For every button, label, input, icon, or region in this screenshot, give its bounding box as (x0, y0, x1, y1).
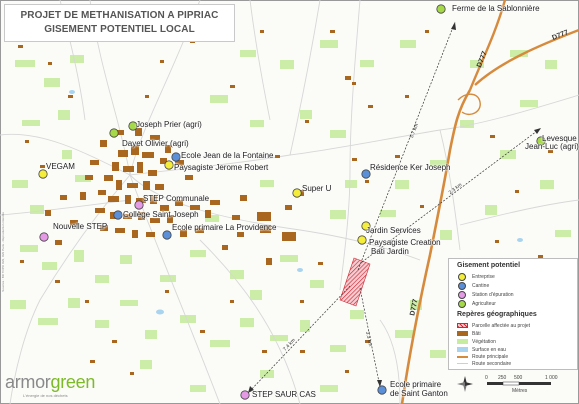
site-marker-station_epuration[interactable]: STEP Communale (134, 200, 144, 210)
legend-vegetation: Végétation (472, 339, 496, 345)
label-paysagiste-creation-2: Bati Jardin (371, 247, 409, 256)
brand-name-b: green (50, 372, 96, 392)
armorgreen-logo: armorgreen L'énergie de nos déchets (5, 372, 95, 398)
label-residence-ker-joseph: Résidence Ker Joseph (370, 163, 451, 172)
label-joseph-prier: Joseph Prier (agri) (136, 120, 202, 129)
label-nouvelle-step: Nouvelle STEP (53, 222, 108, 231)
site-marker-cantine[interactable]: Ecole primaire de Saint Ganton (377, 385, 387, 395)
scale-tick-1000: 1 000 (545, 375, 558, 381)
legend: Gisement potentiel Entreprise Cantine St… (448, 258, 578, 370)
scale-unit: Mètres (512, 388, 528, 394)
site-marker-agriculteur[interactable]: Dayet Olivier (agri) (109, 128, 119, 138)
legend-title-gisement: Gisement potentiel (457, 262, 521, 269)
label-ecole-saint-ganton-1: Ecole primaire (390, 380, 442, 389)
site-marker-cantine[interactable]: Collège Saint Joseph (113, 210, 123, 220)
legend-title-reperes: Repères géographiques (457, 311, 537, 318)
label-paysagiste-creation-1: Paysagiste Creation (369, 238, 441, 247)
label-super-u: Super U (302, 184, 332, 193)
source-credit: Sources : BD TOPO IGN, IGN Paris - Repro… (1, 212, 5, 292)
legend-station: Station d'épuration (472, 292, 514, 298)
legend-bati: Bâti (472, 331, 481, 337)
site-marker-station_epuration[interactable]: STEP SAUR CAS (240, 390, 250, 400)
site-marker-entreprise[interactable]: Paysagiste Jerome Robert (164, 160, 174, 170)
legend-parcelle: Parcelle affectée au projet (472, 323, 531, 329)
site-marker-agriculteur[interactable]: Ferme de la Sablonnière (436, 4, 446, 14)
label-dayet-olivier: Dayet Olivier (agri) (122, 139, 189, 148)
scale-tick-0: 0 (485, 375, 488, 381)
legend-agriculteur: Agriculteur (472, 301, 496, 307)
site-marker-cantine[interactable]: Ecole primaire La Providence (162, 230, 172, 240)
legend-cantine-icon (458, 282, 466, 290)
legend-eau-icon (457, 347, 468, 352)
site-marker-entreprise[interactable]: Paysagiste Creation Bati Jardin (357, 235, 367, 245)
site-marker-cantine[interactable]: Résidence Ker Joseph (361, 169, 371, 179)
label-ferme-sablonniere: Ferme de la Sablonnière (452, 4, 540, 13)
label-college-saint-joseph: Collège Saint Joseph (123, 210, 199, 219)
legend-entreprise-icon (458, 273, 466, 281)
legend-route-secondaire: Route secondaire (472, 361, 512, 367)
legend-route-secondaire-icon (457, 363, 468, 364)
scale-tick-500: 500 (514, 375, 523, 381)
label-vegam: VEGAM (46, 162, 75, 171)
legend-station-icon (458, 291, 466, 299)
map[interactable]: PROJET DE METHANISATION A PIPRIAC GISEME… (0, 0, 579, 404)
label-paysagiste-jerome-robert: Paysagiste Jerome Robert (174, 163, 269, 172)
scale-bar: 0 250 500 1 000 Mètres (457, 374, 573, 398)
legend-bati-icon (457, 331, 468, 336)
legend-cantine: Cantine (472, 283, 490, 289)
legend-agriculteur-icon (458, 300, 466, 308)
brand-name-a: armor (5, 372, 51, 392)
label-ecole-providence: Ecole primaire La Providence (172, 223, 277, 232)
site-marker-entreprise[interactable]: VEGAM (38, 169, 48, 179)
site-marker-entreprise[interactable]: Super U (292, 188, 302, 198)
label-jardin-services: Jardin Services (366, 226, 421, 235)
label-ecole-jean-de-la-fontaine: Ecole Jean de la Fontaine (181, 151, 274, 160)
legend-route-principale-icon (457, 356, 468, 358)
legend-entreprise: Entreprise (472, 274, 495, 280)
legend-vegetation-icon (457, 339, 468, 344)
label-step-communale: STEP Communale (143, 194, 210, 203)
legend-route-principale: Route principale (472, 354, 509, 360)
scale-tick-250: 250 (498, 375, 507, 381)
legend-eau: Surface en eau (472, 347, 506, 353)
site-marker-station_epuration[interactable]: Nouvelle STEP (39, 232, 49, 242)
label-ecole-saint-ganton-2: de Saint Ganton (390, 389, 448, 398)
legend-parcelle-icon (457, 323, 468, 328)
brand-tagline: L'énergie de nos déchets (23, 393, 68, 398)
north-arrow-icon (457, 376, 473, 392)
site-marker-cantine[interactable]: Ecole Jean de la Fontaine (171, 152, 181, 162)
label-step-saur-cas: STEP SAUR CAS (252, 390, 316, 399)
label-levesque-2: Jean-Luc (agri) (525, 142, 579, 151)
